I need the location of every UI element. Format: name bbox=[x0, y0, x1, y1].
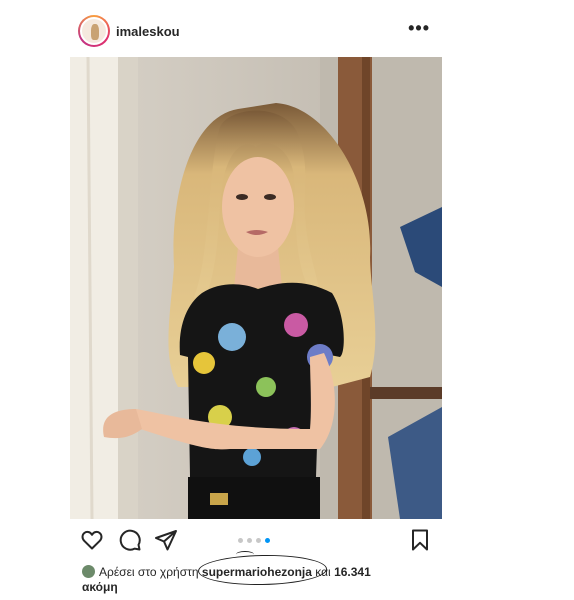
likes-prefix: Αρέσει στο χρήστη bbox=[99, 565, 199, 579]
likes-count[interactable]: 16.341 bbox=[334, 565, 371, 579]
comment-icon[interactable] bbox=[118, 528, 142, 552]
liker-username: supermariohezonja bbox=[201, 565, 312, 579]
heart-icon[interactable] bbox=[80, 528, 104, 552]
carousel-dot bbox=[247, 538, 252, 543]
send-icon[interactable] bbox=[154, 528, 178, 552]
hand-drawn-mark bbox=[235, 551, 254, 558]
bookmark-icon[interactable] bbox=[408, 528, 432, 552]
liker-username-link[interactable]: supermariohezonja bbox=[197, 551, 328, 587]
profile-avatar[interactable] bbox=[78, 15, 110, 47]
likes-middle: και bbox=[315, 565, 331, 579]
likes-suffix[interactable]: ακόμη bbox=[82, 580, 118, 594]
carousel-dots bbox=[238, 538, 270, 543]
instagram-post: imaleskou ••• Αρέσει στο χρήστη supermar… bbox=[70, 0, 442, 600]
avatar-image bbox=[80, 17, 108, 45]
carousel-dot bbox=[238, 538, 243, 543]
post-header: imaleskou ••• bbox=[70, 10, 442, 52]
post-photo[interactable] bbox=[70, 57, 442, 519]
carousel-dot-active bbox=[265, 538, 270, 543]
likes-text: Αρέσει στο χρήστη supermariohezonja και … bbox=[82, 551, 432, 595]
liker-avatar[interactable] bbox=[82, 565, 95, 578]
action-bar bbox=[70, 528, 442, 554]
username[interactable]: imaleskou bbox=[116, 24, 180, 39]
photo-illustration bbox=[70, 57, 442, 519]
more-horizontal-icon[interactable]: ••• bbox=[408, 18, 430, 39]
carousel-dot bbox=[256, 538, 261, 543]
